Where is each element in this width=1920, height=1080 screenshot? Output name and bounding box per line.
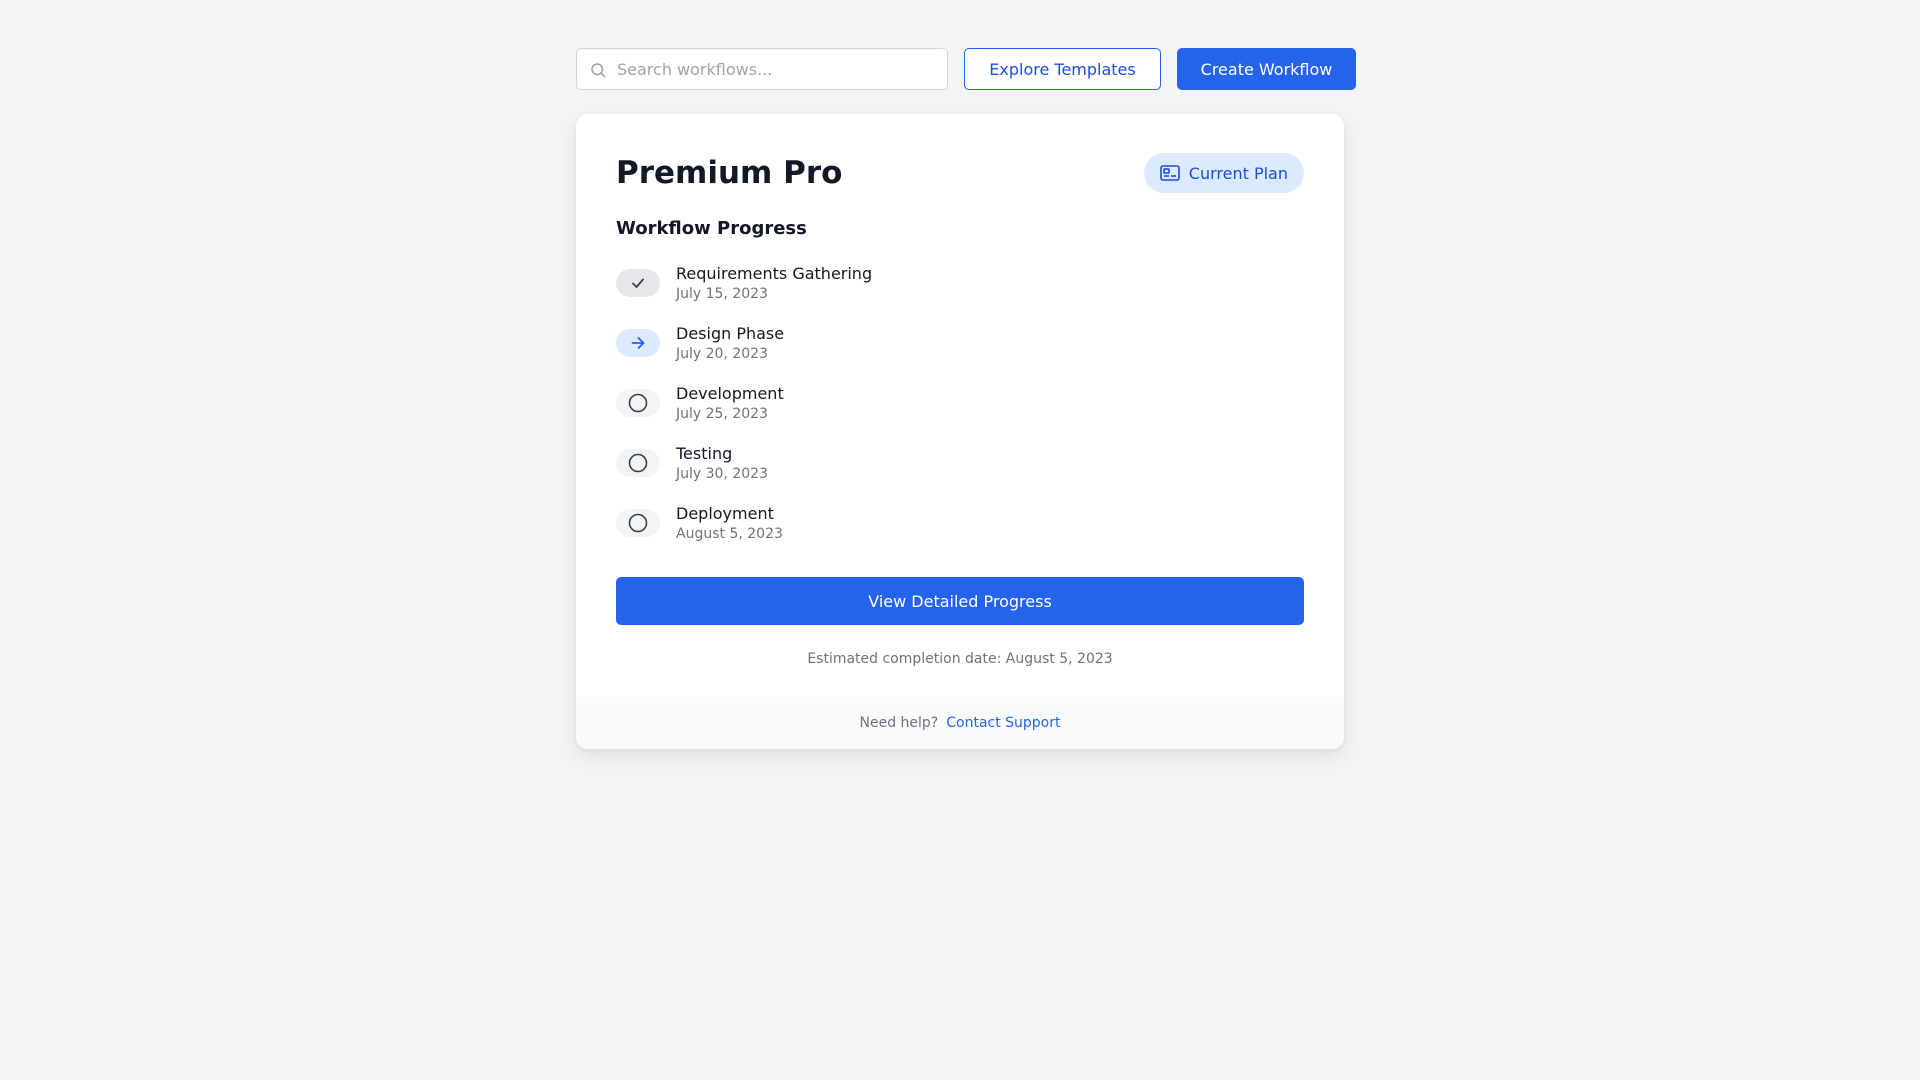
step-name: Testing: [676, 444, 733, 463]
search-icon: [591, 63, 606, 78]
credit-card-icon: [1159, 165, 1180, 181]
step-date: July 25, 2023: [676, 406, 768, 422]
arrow-right-icon: [631, 337, 645, 349]
plan-card-header: Premium Pro Current Plan: [616, 152, 1304, 194]
progress-steps: Requirements Gathering July 15, 2023 Des…: [616, 253, 1304, 553]
search-box[interactable]: [576, 48, 948, 90]
step-status-marker: [616, 329, 660, 357]
step-text: Design Phase July 20, 2023: [676, 323, 784, 363]
plan-card-body: Premium Pro Current Plan Workflow Progre…: [576, 114, 1344, 697]
progress-step: Deployment August 5, 2023: [616, 493, 1304, 553]
step-date: July 20, 2023: [676, 346, 768, 362]
explore-templates-button[interactable]: Explore Templates: [964, 48, 1161, 90]
progress-step: Design Phase July 20, 2023: [616, 313, 1304, 373]
step-name: Development: [676, 384, 784, 403]
view-detailed-progress-button[interactable]: View Detailed Progress: [616, 577, 1304, 625]
step-name: Deployment: [676, 504, 774, 523]
plan-title: Premium Pro: [616, 155, 843, 191]
step-text: Requirements Gathering July 15, 2023: [676, 263, 872, 303]
step-status-marker: [616, 509, 660, 537]
circle-icon: [628, 393, 648, 413]
check-icon: [632, 278, 644, 288]
card-footer: Need help? Contact Support: [576, 697, 1344, 749]
create-workflow-button[interactable]: Create Workflow: [1177, 48, 1356, 90]
workflow-progress-title: Workflow Progress: [616, 218, 807, 239]
circle-icon: [628, 453, 648, 473]
progress-step: Development July 25, 2023: [616, 373, 1304, 433]
step-date: July 30, 2023: [676, 466, 768, 482]
estimated-completion-text: Estimated completion date: August 5, 202…: [807, 651, 1113, 667]
step-status-marker: [616, 389, 660, 417]
step-status-marker: [616, 449, 660, 477]
step-name: Requirements Gathering: [676, 264, 873, 283]
toolbar: Explore Templates Create Workflow: [576, 48, 1356, 90]
page: Explore Templates Create Workflow Premiu…: [576, 48, 1356, 749]
contact-support-link[interactable]: Contact Support: [946, 715, 1060, 731]
current-plan-label: Current Plan: [1188, 163, 1288, 183]
progress-step: Requirements Gathering July 15, 2023: [616, 253, 1304, 313]
plan-card: Premium Pro Current Plan Workflow Progre…: [576, 114, 1344, 749]
step-date: July 15, 2023: [676, 286, 768, 302]
step-text: Deployment August 5, 2023: [676, 503, 783, 543]
step-name: Design Phase: [676, 324, 785, 343]
step-text: Development July 25, 2023: [676, 383, 784, 423]
progress-step: Testing July 30, 2023: [616, 433, 1304, 493]
current-plan-badge: Current Plan: [1143, 153, 1304, 193]
step-date: August 5, 2023: [676, 526, 783, 542]
step-text: Testing July 30, 2023: [676, 443, 768, 483]
step-status-marker: [616, 269, 660, 297]
help-text: Need help?: [859, 715, 939, 731]
search-input[interactable]: [577, 49, 947, 89]
circle-icon: [628, 513, 648, 533]
